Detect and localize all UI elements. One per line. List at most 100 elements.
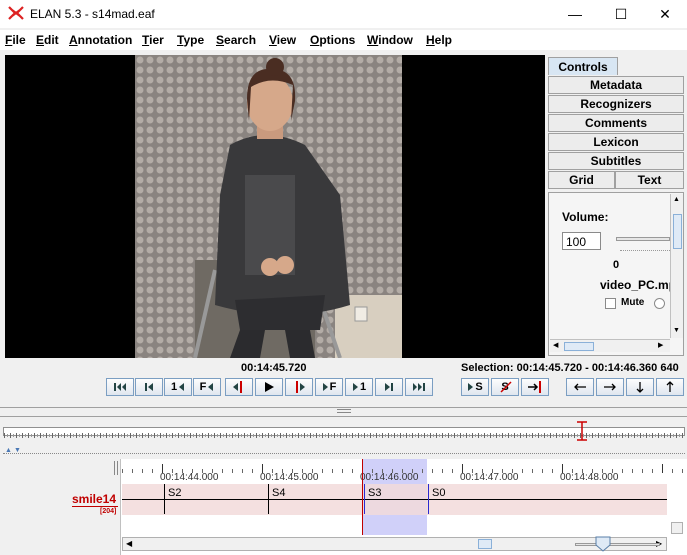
play-selection-button[interactable]: S — [461, 378, 489, 396]
media-file-name: video_PC.mp — [600, 278, 677, 292]
menu-window[interactable]: Window — [367, 33, 413, 47]
previous-second-button[interactable]: 1 — [164, 378, 192, 396]
time-ruler-ticks — [122, 459, 687, 473]
previous-block-icon — [145, 383, 153, 391]
annotation-s0[interactable]: S0 — [432, 487, 445, 499]
crosshair-line[interactable] — [362, 459, 363, 535]
video-viewer[interactable] — [5, 55, 545, 358]
splitter-bottom-line — [0, 416, 687, 417]
frame-forward-icon — [322, 383, 328, 391]
next-frame-block-button[interactable] — [375, 378, 403, 396]
tier-resize-handle[interactable] — [114, 461, 118, 475]
go-to-end-icon — [413, 383, 425, 391]
step-back-icon — [179, 383, 185, 391]
annotation-boundary — [164, 484, 165, 514]
ruler-label-3: 00:14:46.000 — [360, 472, 419, 483]
tab-text[interactable]: Text — [615, 171, 684, 189]
menu-file[interactable]: File — [5, 33, 26, 47]
move-right-button[interactable] — [596, 378, 624, 396]
menu-view[interactable]: View — [269, 33, 296, 47]
next-second-button[interactable]: 1 — [345, 378, 373, 396]
close-button[interactable]: ✕ — [642, 0, 687, 28]
menu-search[interactable]: Search — [216, 33, 256, 47]
pixel-forward-icon — [296, 381, 305, 393]
zoom-slider-track[interactable] — [575, 543, 660, 546]
maximize-button[interactable]: ☐ — [598, 0, 644, 28]
annotation-s3[interactable]: S3 — [368, 487, 381, 499]
mute-checkbox[interactable] — [605, 298, 616, 309]
play-button[interactable] — [255, 378, 283, 396]
next-pixel-button[interactable] — [285, 378, 313, 396]
tab-controls[interactable]: Controls — [548, 57, 618, 75]
tab-metadata[interactable]: Metadata — [548, 76, 684, 94]
go-to-begin-button[interactable] — [106, 378, 134, 396]
annotation-s4[interactable]: S4 — [272, 487, 285, 499]
tab-comments[interactable]: Comments — [548, 114, 684, 132]
clear-selection-button[interactable]: S — [491, 378, 519, 396]
tab-grid[interactable]: Grid — [548, 171, 615, 189]
scroll-up-icon[interactable]: ▲ — [673, 196, 680, 203]
tab-subtitles[interactable]: Subtitles — [548, 152, 684, 170]
move-up-button[interactable] — [656, 378, 684, 396]
side-tab-panel: Controls Metadata Recognizers Comments L… — [548, 57, 684, 357]
tab-recognizers[interactable]: Recognizers — [548, 95, 684, 113]
menu-options[interactable]: Options — [310, 33, 355, 47]
move-left-button[interactable] — [566, 378, 594, 396]
selection-label: Selection: 00:14:45.720 - 00:14:46.360 6… — [461, 362, 679, 374]
move-down-button[interactable] — [626, 378, 654, 396]
overview-position-marker[interactable] — [576, 421, 588, 441]
splitter-handle[interactable] — [337, 409, 351, 413]
previous-frame-button[interactable]: F — [193, 378, 221, 396]
volume-input[interactable]: 100 — [562, 232, 601, 250]
timeline-scroll-left-icon[interactable]: ◀ — [126, 539, 132, 548]
step-forward-icon — [352, 383, 358, 391]
annotation-boundary — [428, 484, 429, 514]
horizontal-scroll-thumb[interactable] — [564, 342, 594, 351]
go-to-begin-icon — [114, 383, 126, 391]
menu-type[interactable]: Type — [177, 33, 204, 47]
menu-edit[interactable]: Edit — [36, 33, 59, 47]
timeline-scroll-thumb[interactable] — [478, 539, 492, 549]
menu-annotation[interactable]: Annotation — [69, 33, 132, 47]
volume-label: Volume: — [562, 210, 609, 224]
controls-horizontal-scrollbar[interactable]: ◀ ▶ — [550, 339, 670, 352]
clear-selection-icon — [500, 381, 512, 393]
title-bar: ELAN 5.3 - s14mad.eaf — ☐ ✕ — [0, 0, 687, 28]
timeline-corner-box — [671, 522, 683, 534]
menu-help[interactable]: Help — [426, 33, 452, 47]
selection-mode-button[interactable] — [521, 378, 549, 396]
volume-slider-track[interactable] — [616, 237, 670, 241]
tier-name[interactable]: smile14 — [72, 492, 116, 506]
ruler-label-4: 00:14:47.000 — [460, 472, 519, 483]
timeline-viewer[interactable]: smile14 [204] 00:14:44.000 00:14:45.000 … — [0, 459, 687, 555]
controls-vertical-scrollbar[interactable]: ▲ ▼ — [670, 194, 683, 338]
solo-radio[interactable] — [654, 298, 665, 309]
scroll-left-icon[interactable]: ◀ — [553, 341, 558, 349]
elan-logo-icon — [8, 6, 24, 20]
arrow-up-icon — [666, 381, 674, 392]
scroll-down-icon[interactable]: ▼ — [673, 327, 680, 334]
video-still-image — [135, 55, 402, 358]
menu-bar: File Edit Annotation Tier Type Search Vi… — [0, 30, 687, 50]
previous-pixel-button[interactable] — [225, 378, 253, 396]
play-selection-icon — [468, 383, 474, 391]
next-frame-button[interactable]: F — [315, 378, 343, 396]
vertical-scroll-thumb[interactable] — [673, 214, 682, 249]
menu-tier[interactable]: Tier — [142, 33, 164, 47]
volume-slider-ticks — [620, 250, 670, 253]
tier-baseline — [122, 499, 667, 500]
scroll-right-icon[interactable]: ▶ — [658, 341, 663, 349]
tier-underline — [72, 506, 118, 507]
annotation-boundary — [364, 484, 365, 514]
minimize-button[interactable]: — — [552, 0, 598, 28]
previous-frame-block-button[interactable] — [135, 378, 163, 396]
mute-label: Mute — [621, 297, 645, 308]
ruler-label-1: 00:14:44.000 — [160, 472, 219, 483]
zoom-slider-thumb[interactable] — [595, 536, 611, 552]
go-to-end-button[interactable] — [405, 378, 433, 396]
tab-lexicon[interactable]: Lexicon — [548, 133, 684, 151]
frame-back-icon — [208, 383, 214, 391]
arrow-left-icon — [574, 383, 586, 391]
annotation-s2[interactable]: S2 — [168, 487, 181, 499]
tier-annotation-count: [204] — [100, 508, 117, 515]
